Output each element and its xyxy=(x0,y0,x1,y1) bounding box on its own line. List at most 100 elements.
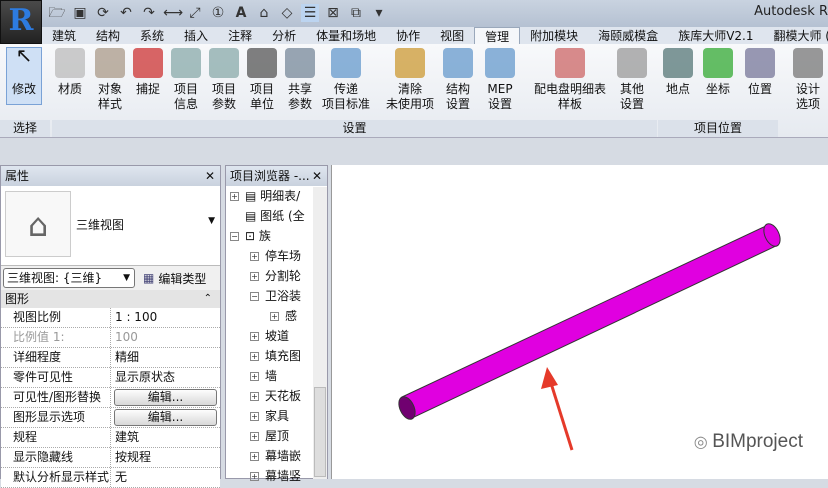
group-graphics[interactable]: 图形 ⌃ xyxy=(1,290,220,308)
tab-6[interactable]: 体量和场地 xyxy=(306,27,386,45)
property-name: 视图比例 xyxy=(1,308,111,327)
tab-0[interactable]: 建筑 xyxy=(42,27,86,45)
mep-settings-button[interactable]: MEP 设置 xyxy=(482,48,518,112)
expand-icon[interactable]: + xyxy=(250,352,259,361)
property-row: 图形显示选项 编辑... xyxy=(1,408,220,428)
expand-icon[interactable]: + xyxy=(250,472,259,481)
browser-title: 项目浏览器 -... xyxy=(230,169,310,183)
view-instance-selector[interactable]: 三维视图: {三维} ▼ xyxy=(3,268,135,288)
expand-icon[interactable]: + xyxy=(250,452,259,461)
position-button[interactable]: 位置 xyxy=(742,48,778,97)
measure-icon[interactable]: ⟷ xyxy=(163,4,183,22)
3d-view-icon[interactable]: ⌂ xyxy=(255,4,273,22)
tab-9[interactable]: 管理 xyxy=(474,27,521,45)
tab-2[interactable]: 系统 xyxy=(130,27,174,45)
project-units-button[interactable]: 项目 单位 xyxy=(244,48,280,112)
tag-icon[interactable]: ① xyxy=(209,4,227,22)
property-value[interactable]: 按规程 xyxy=(111,448,220,467)
project-info-button[interactable]: 项目 信息 xyxy=(168,48,204,112)
pipe[interactable] xyxy=(396,221,784,422)
transfer-standards-button[interactable]: 传递 项目标准 xyxy=(318,48,374,112)
open-icon[interactable]: 🗁 xyxy=(48,4,66,22)
edit-type-button[interactable]: 编辑类型 xyxy=(158,270,206,287)
property-value[interactable]: 1 : 100 xyxy=(111,308,220,327)
scrollbar-thumb[interactable] xyxy=(314,387,326,477)
dropdown-icon[interactable]: ▼ xyxy=(208,216,215,226)
type-selector[interactable]: ⌂ 三维视图 ▼ xyxy=(1,186,220,266)
expand-icon[interactable]: + xyxy=(250,332,259,341)
expand-icon[interactable]: + xyxy=(250,272,259,281)
switch-windows-icon[interactable]: ⧉ xyxy=(347,4,365,22)
sync-icon[interactable]: ⟳ xyxy=(94,4,112,22)
text-icon[interactable]: A xyxy=(232,4,250,22)
tab-10[interactable]: 附加模块 xyxy=(520,27,588,45)
expand-icon[interactable]: + xyxy=(250,432,259,441)
button-label: 坐标 xyxy=(705,82,730,96)
scrollbar[interactable] xyxy=(313,187,327,479)
tab-7[interactable]: 协作 xyxy=(386,27,430,45)
tab-5[interactable]: 分析 xyxy=(262,27,306,45)
tab-8[interactable]: 视图 xyxy=(430,27,474,45)
application-menu-button[interactable]: R xyxy=(0,0,42,44)
undo-icon[interactable]: ↶ xyxy=(117,4,135,22)
expand-icon[interactable]: + xyxy=(270,312,279,321)
axes-button[interactable]: 坐标 xyxy=(700,48,736,97)
edit-button[interactable]: 编辑... xyxy=(111,408,220,427)
wrench-icon xyxy=(617,48,647,78)
globe-icon xyxy=(663,48,693,78)
button-label: 配电盘明细表 样板 xyxy=(533,82,606,111)
expand-icon[interactable] xyxy=(230,212,239,221)
cursor-button[interactable]: ↖ 修改 xyxy=(6,45,42,105)
expand-icon[interactable]: + xyxy=(250,412,259,421)
design-options-button[interactable]: 设计 选项 xyxy=(790,48,826,112)
tree-item-label: 家具 xyxy=(265,409,290,423)
tab-12[interactable]: 族库大师V2.1 xyxy=(668,27,763,45)
tab-1[interactable]: 结构 xyxy=(86,27,130,45)
object-styles-button[interactable]: 对象 样式 xyxy=(92,48,128,112)
project-params-button[interactable]: 项目 参数 xyxy=(206,48,242,112)
section-icon[interactable]: ◇ xyxy=(278,4,296,22)
property-value[interactable]: 无 xyxy=(111,468,220,487)
shared-params-button[interactable]: 共享 参数 xyxy=(282,48,318,112)
property-value[interactable]: 建筑 xyxy=(111,428,220,447)
tab-3[interactable]: 插入 xyxy=(174,27,218,45)
panel-label-0[interactable]: 选择 xyxy=(0,120,50,137)
edit-button-label[interactable]: 编辑... xyxy=(114,409,217,426)
globe-button[interactable]: 地点 xyxy=(660,48,696,97)
tab-13[interactable]: 翻模大师 ( xyxy=(763,27,828,45)
thin-lines-icon[interactable]: ☰ xyxy=(301,4,319,22)
structural-settings-button[interactable]: 结构 设置 xyxy=(440,48,476,112)
purge-button[interactable]: 清除 未使用项 xyxy=(382,48,438,112)
panel-schedule-icon xyxy=(555,48,585,78)
collapse-icon[interactable]: − xyxy=(250,292,259,301)
expand-icon[interactable]: + xyxy=(250,392,259,401)
expand-icon[interactable]: + xyxy=(250,372,259,381)
property-value[interactable]: 显示原状态 xyxy=(111,368,220,387)
expand-icon[interactable]: + xyxy=(230,192,239,201)
snap-magnet-button[interactable]: 捕捉 xyxy=(130,48,166,97)
position-icon xyxy=(745,48,775,78)
tab-4[interactable]: 注释 xyxy=(218,27,262,45)
close-views-icon[interactable]: ⊠ xyxy=(324,4,342,22)
expand-icon[interactable]: + xyxy=(250,252,259,261)
close-icon[interactable]: ✕ xyxy=(205,166,215,186)
collapse-icon[interactable]: − xyxy=(230,232,239,241)
customize-icon[interactable]: ▾ xyxy=(370,4,388,22)
material-button[interactable]: 材质 xyxy=(52,48,88,97)
tree-item-label: 卫浴装 xyxy=(265,289,302,303)
property-name: 规程 xyxy=(1,428,111,447)
3d-view-canvas[interactable]: ◎ BIMproject xyxy=(331,165,828,479)
house-icon: ⌂ xyxy=(5,191,71,257)
save-icon[interactable]: ▣ xyxy=(71,4,89,22)
redo-icon[interactable]: ↷ xyxy=(140,4,158,22)
object-styles-icon xyxy=(95,48,125,78)
wrench-button[interactable]: 其他 设置 xyxy=(614,48,650,112)
edit-button-label[interactable]: 编辑... xyxy=(114,389,217,406)
property-value[interactable]: 精细 xyxy=(111,348,220,367)
close-icon[interactable]: ✕ xyxy=(312,166,322,186)
dimension-icon[interactable]: ⤢ xyxy=(186,4,204,22)
edit-button[interactable]: 编辑... xyxy=(111,388,220,407)
panel-schedule-button[interactable]: 配电盘明细表 样板 xyxy=(530,48,610,112)
tab-11[interactable]: 海颐威模盒 xyxy=(588,27,668,45)
axes-icon xyxy=(703,48,733,78)
